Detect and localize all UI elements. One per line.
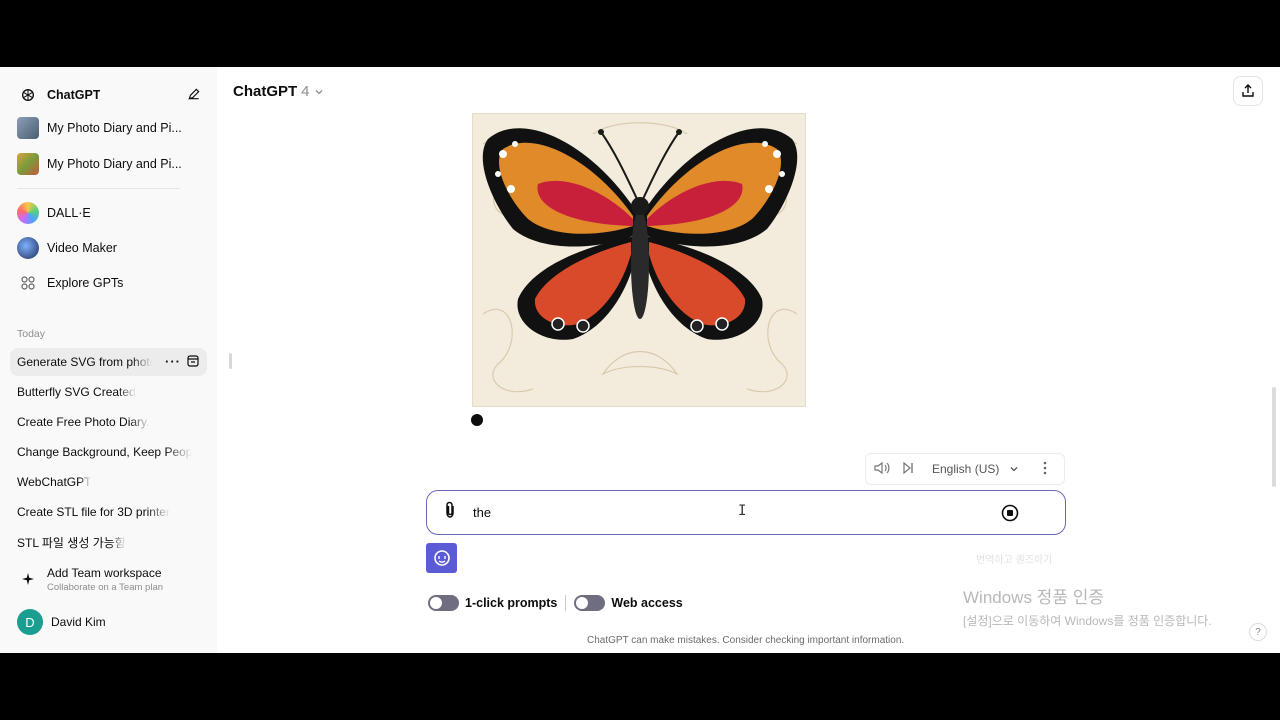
sidebar-item-explore-gpts[interactable]: Explore GPTs bbox=[10, 268, 207, 298]
help-button[interactable]: ? bbox=[1249, 623, 1267, 641]
chevron-down-icon bbox=[1010, 467, 1018, 472]
speaker-icon[interactable] bbox=[874, 461, 890, 478]
sidebar-item-label: ChatGPT bbox=[47, 88, 101, 102]
history-item[interactable]: Generate SVG from photo ··· bbox=[10, 348, 207, 376]
sidebar-item-photo-diary-1[interactable]: My Photo Diary and Pi... bbox=[10, 113, 207, 143]
history-item[interactable]: Create STL file for 3D printer bbox=[10, 498, 207, 526]
user-name: David Kim bbox=[51, 615, 106, 629]
team-subtitle: Collaborate on a Team plan bbox=[47, 581, 164, 593]
extension-button[interactable] bbox=[426, 543, 457, 573]
sidebar-item-label: My Photo Diary and Pi... bbox=[47, 157, 182, 171]
dalle-icon bbox=[17, 202, 39, 224]
main-panel: ChatGPT 4 English (US) the I 번역하고 퀀즈하기 1… bbox=[217, 67, 1280, 653]
history-section-label: Today bbox=[17, 328, 46, 340]
windows-activation-watermark: Windows 정품 인증 [설정]으로 이동하여 Windows를 정품 인증… bbox=[963, 588, 1212, 628]
sidebar-item-video-maker[interactable]: Video Maker bbox=[10, 233, 207, 263]
user-menu[interactable]: D David Kim bbox=[10, 607, 207, 637]
more-options-icon[interactable]: ··· bbox=[165, 354, 181, 369]
sidebar-item-photo-diary-2[interactable]: My Photo Diary and Pi... bbox=[10, 149, 207, 179]
translate-hint: 번역하고 퀀즈하기 bbox=[976, 555, 1053, 566]
toggle-label: Web access bbox=[611, 596, 683, 610]
sidebar-item-dalle[interactable]: DALL·E bbox=[10, 198, 207, 228]
stop-generating-button[interactable] bbox=[1001, 504, 1019, 527]
voice-toolbar: English (US) bbox=[865, 453, 1065, 485]
history-item[interactable]: Create Free Photo Diary. bbox=[10, 408, 207, 436]
sidebar-item-label: My Photo Diary and Pi... bbox=[47, 121, 182, 135]
history-item[interactable]: Butterfly SVG Created bbox=[10, 378, 207, 406]
sidebar-divider bbox=[17, 188, 180, 189]
web-access-toggle[interactable] bbox=[574, 595, 606, 611]
openai-logo-icon bbox=[17, 84, 39, 106]
photo-thumb-icon bbox=[17, 117, 39, 139]
sidebar-item-chatgpt[interactable]: ChatGPT bbox=[10, 80, 207, 110]
sidebar-item-label: Video Maker bbox=[47, 241, 117, 255]
history-item[interactable]: STL 파일 생성 가능함 bbox=[10, 528, 207, 556]
language-select[interactable]: English (US) bbox=[932, 462, 1019, 476]
history-item[interactable]: WebChatGPT bbox=[10, 468, 207, 496]
toggle-label: 1-click prompts bbox=[465, 596, 558, 610]
one-click-prompts-toggle[interactable] bbox=[428, 595, 459, 611]
share-icon bbox=[1242, 84, 1254, 97]
photo-thumb-icon bbox=[17, 153, 39, 175]
share-button[interactable] bbox=[1233, 76, 1263, 106]
scrollbar[interactable] bbox=[1272, 387, 1276, 487]
stop-icon bbox=[1001, 504, 1019, 522]
extension-icon bbox=[433, 550, 450, 566]
language-value: English (US) bbox=[932, 462, 1000, 476]
sidebar: ChatGPT My Photo Diary and Pi... My Phot… bbox=[0, 67, 217, 653]
history-item[interactable]: Change Background, Keep People bbox=[10, 438, 207, 466]
app-window: ChatGPT My Photo Diary and Pi... My Phot… bbox=[0, 67, 1280, 653]
paperclip-icon[interactable] bbox=[443, 501, 461, 524]
sidebar-item-label: Explore GPTs bbox=[47, 276, 124, 290]
sparkle-icon bbox=[17, 568, 39, 590]
team-title: Add Team workspace bbox=[47, 565, 162, 580]
extension-toggles: 1-click prompts Web access bbox=[428, 595, 683, 611]
model-version: 4 bbox=[301, 83, 310, 100]
streaming-indicator bbox=[471, 414, 483, 426]
chevron-down-icon bbox=[315, 89, 322, 94]
more-vertical-icon[interactable] bbox=[1043, 461, 1047, 478]
disclaimer-text: ChatGPT can make mistakes. Consider chec… bbox=[587, 635, 905, 646]
toggle-divider bbox=[565, 595, 567, 611]
new-chat-icon[interactable] bbox=[187, 87, 201, 104]
generated-butterfly-image[interactable] bbox=[472, 113, 806, 407]
add-team-workspace-button[interactable]: Add Team workspace Collaborate on a Team… bbox=[10, 561, 207, 597]
text-cursor-icon: I bbox=[738, 503, 747, 519]
archive-icon[interactable] bbox=[187, 355, 199, 370]
video-maker-icon bbox=[17, 237, 39, 259]
sidebar-item-label: DALL·E bbox=[47, 206, 91, 220]
avatar: D bbox=[17, 609, 43, 635]
model-selector[interactable]: ChatGPT 4 bbox=[233, 83, 324, 100]
sidebar-resize-handle[interactable] bbox=[229, 353, 232, 369]
grid-icon bbox=[17, 272, 39, 294]
skip-icon[interactable] bbox=[902, 461, 914, 477]
message-input[interactable] bbox=[473, 505, 973, 520]
model-name: ChatGPT bbox=[233, 83, 298, 100]
